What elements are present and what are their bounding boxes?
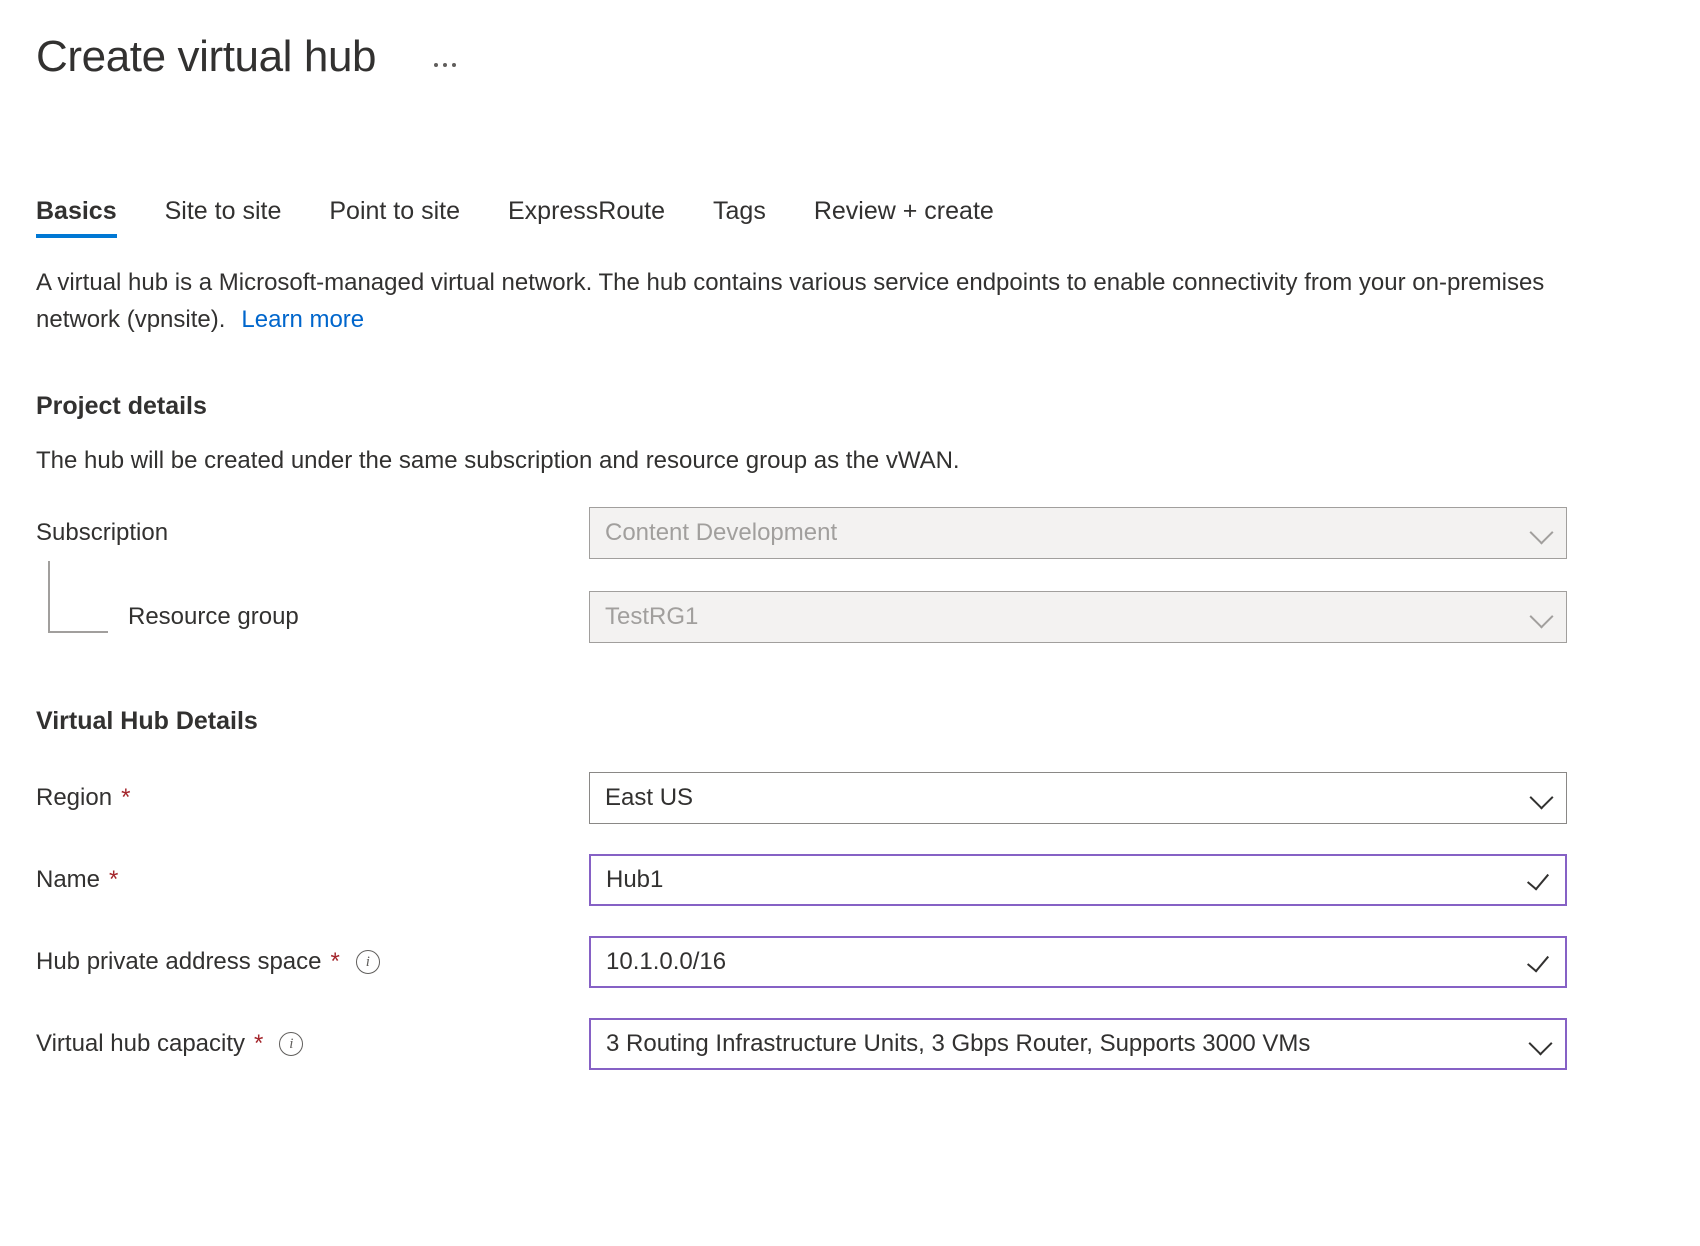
address-space-label: Hub private address space	[36, 948, 322, 976]
checkmark-icon	[1529, 868, 1551, 890]
address-space-row: Hub private address space * i 10.1.0.0/1…	[36, 934, 1664, 990]
name-label: Name	[36, 866, 100, 894]
resource-group-row: Resource group TestRG1	[36, 589, 1664, 645]
virtual-hub-details-form: Region * East US Name * Hub1 Hub private…	[36, 770, 1664, 1072]
capacity-label-cell: Virtual hub capacity * i	[36, 1030, 589, 1058]
info-icon[interactable]: i	[279, 1032, 303, 1056]
project-details-heading: Project details	[36, 392, 1664, 421]
subscription-label-cell: Subscription	[36, 519, 589, 547]
resource-group-label: Resource group	[128, 603, 299, 631]
chevron-down-icon	[1532, 787, 1552, 807]
subscription-dropdown[interactable]: Content Development	[589, 507, 1567, 559]
info-icon[interactable]: i	[356, 950, 380, 974]
learn-more-link[interactable]: Learn more	[241, 306, 364, 333]
subscription-row: Subscription Content Development	[36, 505, 1664, 561]
dot-2	[443, 63, 447, 67]
page-title: Create virtual hub	[36, 33, 376, 81]
name-row: Name * Hub1	[36, 852, 1664, 908]
tab-bar: Basics Site to site Point to site Expres…	[36, 184, 1664, 238]
tab-review-create[interactable]: Review + create	[790, 199, 1018, 238]
name-value: Hub1	[606, 866, 663, 894]
address-space-label-cell: Hub private address space * i	[36, 948, 589, 976]
tab-site-to-site[interactable]: Site to site	[141, 199, 306, 238]
chevron-down-icon	[1532, 606, 1552, 626]
address-space-required-asterisk: *	[331, 950, 340, 974]
resource-group-value: TestRG1	[605, 603, 698, 631]
name-input[interactable]: Hub1	[589, 854, 1567, 906]
capacity-required-asterisk: *	[254, 1032, 263, 1056]
tree-connector	[48, 561, 108, 633]
dot-1	[434, 63, 438, 67]
address-space-input[interactable]: 10.1.0.0/16	[589, 936, 1567, 988]
tab-point-to-site[interactable]: Point to site	[305, 199, 484, 238]
subscription-label: Subscription	[36, 519, 168, 547]
blade-header: Create virtual hub	[36, 0, 1664, 96]
capacity-dropdown[interactable]: 3 Routing Infrastructure Units, 3 Gbps R…	[589, 1018, 1567, 1070]
virtual-hub-details-heading: Virtual Hub Details	[36, 707, 1664, 736]
name-label-cell: Name *	[36, 866, 589, 894]
more-options-icon[interactable]	[428, 50, 462, 80]
address-space-value: 10.1.0.0/16	[606, 948, 726, 976]
project-details-subtext: The hub will be created under the same s…	[36, 447, 1664, 475]
tab-basics[interactable]: Basics	[36, 199, 141, 238]
region-row: Region * East US	[36, 770, 1664, 826]
dot-3	[452, 63, 456, 67]
capacity-label: Virtual hub capacity	[36, 1030, 245, 1058]
create-virtual-hub-blade: Create virtual hub Basics Site to site P…	[0, 0, 1700, 1246]
tab-tags[interactable]: Tags	[689, 199, 790, 238]
region-required-asterisk: *	[121, 786, 130, 810]
subscription-value: Content Development	[605, 519, 837, 547]
checkmark-icon	[1529, 950, 1551, 972]
region-dropdown[interactable]: East US	[589, 772, 1567, 824]
name-required-asterisk: *	[109, 868, 118, 892]
resource-group-label-cell: Resource group	[36, 603, 589, 631]
capacity-row: Virtual hub capacity * i 3 Routing Infra…	[36, 1016, 1664, 1072]
region-value: East US	[605, 784, 693, 812]
chevron-down-icon	[1532, 522, 1552, 542]
region-label-cell: Region *	[36, 784, 589, 812]
region-label: Region	[36, 784, 112, 812]
tab-expressroute[interactable]: ExpressRoute	[484, 199, 689, 238]
project-details-form: Subscription Content Development Resourc…	[36, 505, 1664, 645]
resource-group-dropdown[interactable]: TestRG1	[589, 591, 1567, 643]
blade-description: A virtual hub is a Microsoft-managed vir…	[36, 264, 1596, 338]
chevron-down-icon	[1531, 1033, 1551, 1053]
capacity-value: 3 Routing Infrastructure Units, 3 Gbps R…	[606, 1030, 1310, 1058]
